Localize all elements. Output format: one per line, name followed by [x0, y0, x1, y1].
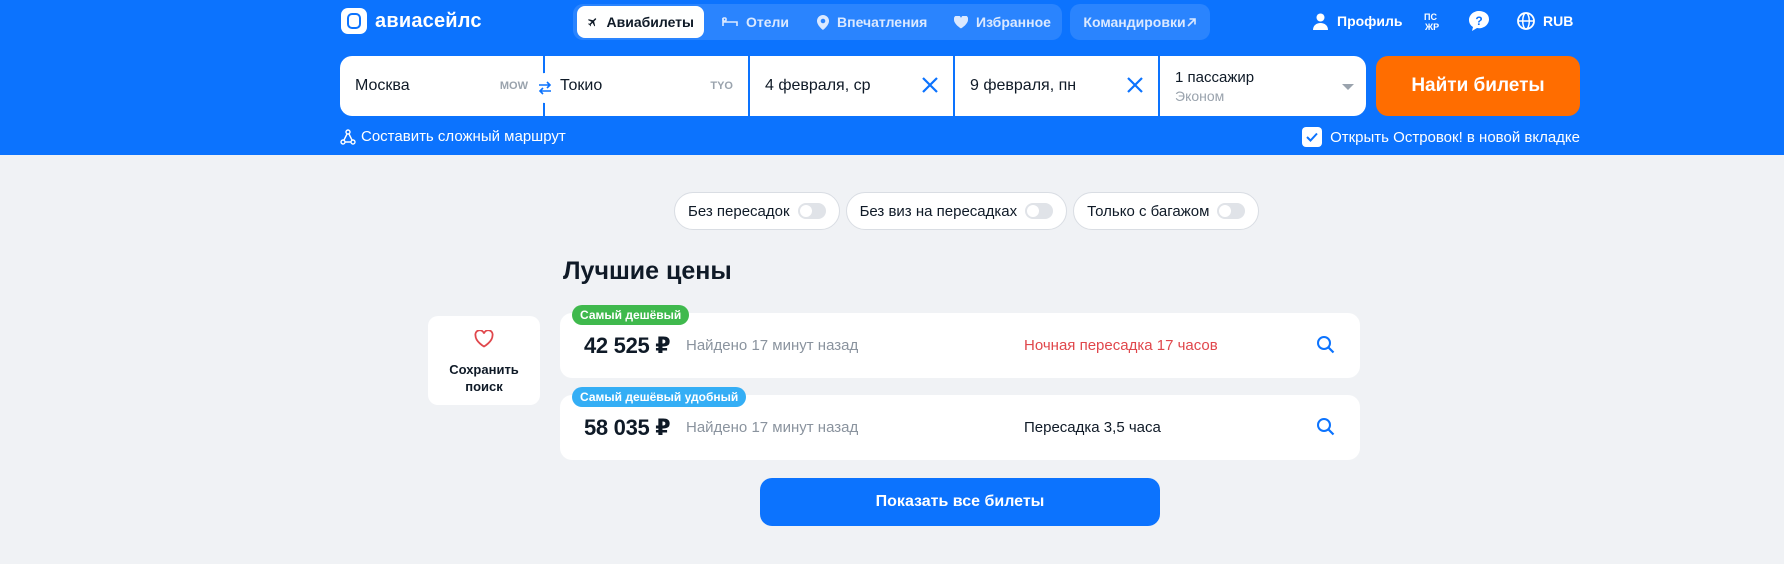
passengers-field[interactable]: 1 пассажир Эконом: [1160, 56, 1366, 116]
svg-text:?: ?: [1475, 14, 1482, 28]
tab-flights[interactable]: Авиабилеты: [577, 6, 704, 38]
offer-transfer: Ночная пересадка 17 часов: [1024, 337, 1218, 354]
profile-link[interactable]: Профиль: [1313, 8, 1403, 34]
business-trips-button[interactable]: Командировки: [1070, 4, 1210, 40]
return-date-field[interactable]: 9 февраля, пн: [955, 56, 1158, 116]
offer-card-cheapest-convenient[interactable]: Самый дешёвый удобный 58 035 ₽ Найдено 1…: [560, 387, 1360, 460]
complex-route-label: Составить сложный маршрут: [361, 128, 566, 145]
svg-text:ЖР: ЖР: [1424, 22, 1439, 31]
find-tickets-button[interactable]: Найти билеты: [1376, 56, 1580, 116]
destination-code: TYO: [710, 80, 733, 92]
globe-icon: [1517, 12, 1535, 30]
tab-label: Авиабилеты: [606, 14, 695, 30]
heart-outline-icon: [474, 330, 494, 348]
location-pin-icon: [817, 14, 829, 30]
ostrovok-label: Открыть Островок! в новой вкладке: [1330, 128, 1580, 146]
accessibility-font-button[interactable]: ПС ЖР: [1424, 8, 1444, 34]
depart-date: 4 февраля, ср: [765, 77, 871, 94]
origin-city: Москва: [355, 77, 410, 94]
offer-price: 42 525 ₽: [584, 333, 671, 358]
toggle-switch[interactable]: [1025, 203, 1054, 219]
show-all-tickets-button[interactable]: Показать все билеты: [760, 478, 1160, 526]
offer-found-time: Найдено 17 минут назад: [686, 419, 859, 436]
toggle-switch[interactable]: [797, 203, 826, 219]
ostrovok-checkbox[interactable]: [1302, 127, 1323, 147]
offer-price: 58 035 ₽: [584, 415, 671, 440]
tab-favorites[interactable]: Избранное: [944, 6, 1061, 38]
offer-card-cheapest[interactable]: Самый дешёвый 42 525 ₽ Найдено 17 минут …: [560, 305, 1360, 378]
origin-field[interactable]: Москва MOW: [340, 56, 543, 116]
filter-direct-flights[interactable]: Без пересадок: [674, 192, 840, 230]
user-icon: [1313, 13, 1328, 30]
bed-icon: [722, 17, 738, 26]
help-button[interactable]: ?: [1469, 8, 1489, 34]
swap-button[interactable]: [530, 73, 560, 103]
heart-icon: [954, 15, 968, 28]
filter-label: Без виз на пересадках: [859, 202, 1018, 220]
filter-no-visa-transfers[interactable]: Без виз на пересадках: [845, 192, 1068, 230]
return-date: 9 февраля, пн: [970, 77, 1077, 94]
tab-label: Впечатления: [837, 14, 928, 30]
destination-field[interactable]: Токио TYO: [545, 56, 748, 116]
search-form: Москва MOW Токио TYO 4 февраля, ср 9 фев…: [340, 56, 1366, 116]
save-search-label: Сохранить поиск: [449, 362, 519, 394]
filter-baggage-only[interactable]: Только с багажом: [1073, 192, 1260, 230]
profile-label: Профиль: [1337, 13, 1403, 29]
chevron-down-icon: [1342, 84, 1354, 90]
depart-date-field[interactable]: 4 февраля, ср: [750, 56, 953, 116]
external-arrow-icon: [1187, 17, 1196, 27]
aviasales-logo-icon: [341, 8, 367, 34]
checkmark-icon: [1306, 132, 1318, 142]
aviasales-logo[interactable]: авиасейлс: [341, 8, 482, 34]
help-icon: ?: [1469, 11, 1489, 31]
toggle-switch[interactable]: [1217, 203, 1246, 219]
save-search-button[interactable]: Сохранить поиск: [428, 316, 540, 405]
plane-icon: [588, 18, 597, 27]
currency-selector[interactable]: RUB: [1517, 8, 1573, 34]
filter-chips: Без пересадок Без виз на пересадках Толь…: [674, 192, 1265, 230]
brand-name: авиасейлс: [375, 9, 482, 32]
best-prices-title: Лучшие цены: [563, 257, 732, 285]
complex-route-link[interactable]: Составить сложный маршрут: [340, 128, 566, 145]
offer-transfer: Пересадка 3,5 часа: [1024, 419, 1161, 436]
search-icon[interactable]: [1316, 335, 1336, 355]
tab-label: Избранное: [976, 14, 1051, 30]
search-icon[interactable]: [1316, 417, 1336, 437]
swap-arrows-icon: [538, 81, 552, 95]
route-icon: [340, 128, 356, 145]
business-trips-label: Командировки: [1083, 14, 1186, 30]
cabin-class: Эконом: [1175, 88, 1225, 104]
tab-experiences[interactable]: Впечатления: [807, 6, 937, 38]
ostrovok-option[interactable]: Открыть Островок! в новой вкладке: [1302, 127, 1580, 147]
header: авиасейлс Авиабилеты Отели Впечатления И…: [0, 0, 1784, 155]
svg-text:ПС: ПС: [1424, 12, 1437, 22]
origin-code: MOW: [499, 80, 528, 92]
destination-city: Токио: [560, 77, 603, 94]
clear-return-date-icon[interactable]: [1126, 76, 1144, 94]
filter-label: Только с багажом: [1087, 202, 1210, 220]
clear-depart-date-icon[interactable]: [921, 76, 939, 94]
filter-label: Без пересадок: [688, 202, 790, 220]
offer-found-time: Найдено 17 минут назад: [686, 337, 859, 354]
passengers-count: 1 пассажир: [1175, 69, 1255, 86]
tab-hotels[interactable]: Отели: [712, 6, 799, 38]
tab-label: Отели: [746, 14, 790, 30]
product-tabs: Авиабилеты Отели Впечатления Избранное: [573, 4, 1062, 40]
offer-badge: Самый дешёвый удобный: [572, 387, 747, 407]
currency-label: RUB: [1543, 13, 1574, 29]
offer-badge: Самый дешёвый: [572, 305, 690, 325]
font-size-icon: ПСЖР: [1424, 12, 1439, 31]
